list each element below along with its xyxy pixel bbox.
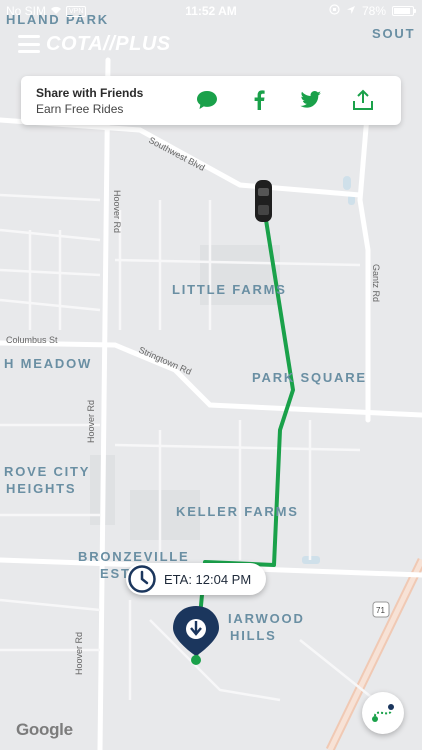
map-area-label: KELLER FARMS — [176, 504, 299, 519]
google-attribution[interactable]: Google — [16, 720, 73, 740]
road-label: Hoover Rd — [86, 400, 96, 443]
share-card: Share with Friends Earn Free Rides — [21, 76, 401, 125]
share-subtitle: Earn Free Rides — [36, 102, 124, 116]
app-header: COTA//PLUS — [18, 28, 171, 60]
hamburger-icon[interactable] — [18, 35, 40, 53]
map-area-label: BRONZEVILLE — [78, 549, 190, 564]
orientation-lock-icon — [329, 4, 340, 18]
status-bar: No SIM VPN 11:52 AM 78% — [0, 0, 422, 22]
map-area-label: SOUT — [372, 26, 415, 41]
road-label: Columbus St — [6, 335, 58, 345]
road-label: Hoover Rd — [112, 190, 122, 233]
share-title: Share with Friends — [36, 86, 144, 100]
message-icon[interactable] — [195, 88, 219, 112]
svg-text:71: 71 — [376, 606, 385, 615]
road-label: Gantz Rd — [371, 264, 381, 302]
brand-logo: COTA//PLUS — [46, 32, 171, 55]
battery-percent: 78% — [361, 4, 386, 18]
map-area-label: ROVE CITY — [4, 464, 90, 479]
route-overview-button[interactable] — [362, 692, 404, 734]
car-icon — [255, 180, 272, 222]
map-area-label: H MEADOW — [4, 356, 92, 371]
twitter-icon[interactable] — [299, 88, 323, 112]
map-area-label: HILLS — [230, 628, 277, 643]
eta-label: ETA: 12:04 PM — [164, 571, 252, 587]
facebook-icon[interactable] — [247, 88, 271, 112]
battery-icon — [392, 6, 416, 16]
clock-icon — [126, 563, 158, 595]
map-area-label: HEIGHTS — [6, 481, 76, 496]
eta-pill: ETA: 12:04 PM — [126, 563, 266, 595]
route-icon — [372, 704, 394, 722]
road-label: Hoover Rd — [74, 632, 84, 675]
location-arrow-icon — [346, 4, 356, 18]
map-area-label: IARWOOD — [228, 611, 305, 626]
map-area-label: LITTLE FARMS — [172, 282, 287, 297]
highway-shield-icon: 71 — [372, 601, 390, 618]
map-area-label: PARK SQUARE — [252, 370, 367, 385]
share-icon[interactable] — [351, 88, 375, 112]
